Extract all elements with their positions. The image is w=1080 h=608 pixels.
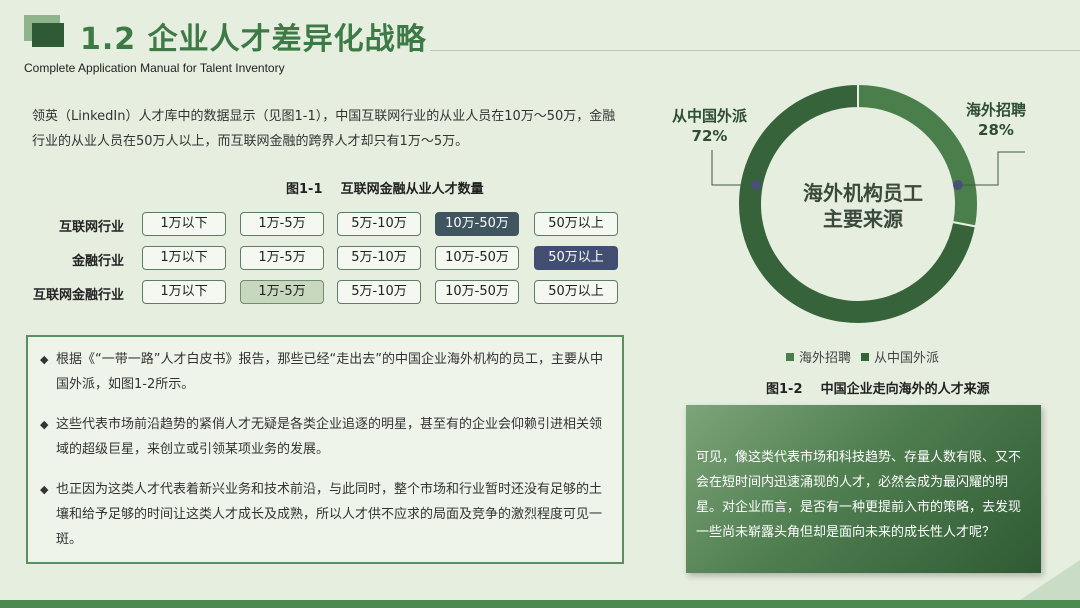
intro-paragraph: 领英（LinkedIn）人才库中的数据显示（见图1-1），中国互联网行业的从业人… (32, 109, 616, 149)
row-label: 互联网行业 (58, 220, 124, 235)
slice-name: 海外招聘 (966, 101, 1027, 119)
row-label: 金融行业 (71, 254, 124, 269)
legend-swatch (786, 352, 794, 361)
bullet-item: ◆ 这些代表市场前沿趋势的紧俏人才无疑是各类企业追逐的明星，甚至有的企业会仰赖引… (40, 412, 608, 462)
range-option: 1万以下 (142, 246, 226, 270)
range-option: 1万-5万 (240, 246, 324, 270)
range-option: 5万-10万 (337, 280, 421, 304)
range-option-selected: 1万-5万 (240, 280, 324, 304)
legend-text: 海外招聘 (799, 351, 852, 366)
slice-value: 28% (978, 121, 1014, 139)
donut-center-label: 海外机构员工 主要来源 (778, 180, 948, 232)
diamond-icon: ◆ (40, 418, 49, 431)
diamond-icon: ◆ (40, 483, 49, 496)
slice-value: 72% (691, 127, 728, 145)
note-card: 可见，像这类代表市场和科技趋势、存量人数有限、又不会在短时间内迅速涌现的人才，必… (686, 405, 1041, 573)
legend-item-overseas: 海外招聘 (786, 347, 851, 366)
title-divider (430, 50, 1080, 51)
leader-dot-overseas (953, 180, 963, 190)
center-line-2: 主要来源 (823, 207, 903, 231)
page-title: 1.2 企业人才差异化战略 (80, 22, 427, 57)
slice-name: 从中国外派 (672, 107, 748, 125)
legend-item-china: 从中国外派 (861, 347, 939, 366)
row-label: 互联网金融行业 (32, 288, 124, 303)
bullet-text: 这些代表市场前沿趋势的紧俏人才无疑是各类企业追逐的明星，甚至有的企业会仰赖引进相… (56, 417, 603, 457)
figure2-caption: 图1-2 中国企业走向海外的人才来源 (766, 382, 990, 397)
center-line-1: 海外机构员工 (803, 181, 923, 205)
note-text: 可见，像这类代表市场和科技趋势、存量人数有限、又不会在短时间内迅速涌现的人才，必… (696, 450, 1022, 540)
legend-swatch (861, 352, 870, 361)
bottom-bar (0, 600, 1080, 608)
range-option: 1万-5万 (240, 212, 324, 236)
range-option: 1万以下 (142, 212, 226, 236)
figure1-caption: 图1-1 互联网金融从业人才数量 (286, 182, 484, 197)
range-option: 10万-50万 (435, 280, 519, 304)
range-option-selected: 50万以上 (534, 246, 618, 270)
range-option: 5万-10万 (337, 246, 421, 270)
range-option: 5万-10万 (337, 212, 421, 236)
bullet-item: ◆ 也正因为这类人才代表着新兴业务和技术前沿，与此同时，整个市场和行业暂时还没有… (40, 477, 608, 552)
corner-decoration (1020, 560, 1080, 600)
range-option: 10万-50万 (435, 246, 519, 270)
bullet-text: 也正因为这类人才代表着新兴业务和技术前沿，与此同时，整个市场和行业暂时还没有足够… (56, 482, 603, 547)
range-option-selected: 10万-50万 (435, 212, 519, 236)
slice-label-overseas: 海外招聘 28% (966, 100, 1026, 140)
range-option: 1万以下 (142, 280, 226, 304)
range-option: 50万以上 (534, 280, 618, 304)
title-decoration (24, 15, 64, 47)
bullet-text: 根据《“一带一路”人才白皮书》报告，那些已经“走出去”的中国企业海外机构的员工，… (56, 352, 603, 392)
bullet-item: ◆ 根据《“一带一路”人才白皮书》报告，那些已经“走出去”的中国企业海外机构的员… (40, 347, 608, 397)
range-option: 50万以上 (534, 212, 618, 236)
chart-legend: 海外招聘 从中国外派 (786, 347, 949, 366)
page-subtitle: Complete Application Manual for Talent I… (24, 61, 285, 75)
slice-label-china: 从中国外派 72% (672, 106, 747, 146)
bullet-box: ◆ 根据《“一带一路”人才白皮书》报告，那些已经“走出去”的中国企业海外机构的员… (26, 335, 624, 564)
diamond-icon: ◆ (40, 353, 49, 366)
legend-text: 从中国外派 (874, 351, 940, 366)
leader-dot-china (751, 180, 761, 190)
